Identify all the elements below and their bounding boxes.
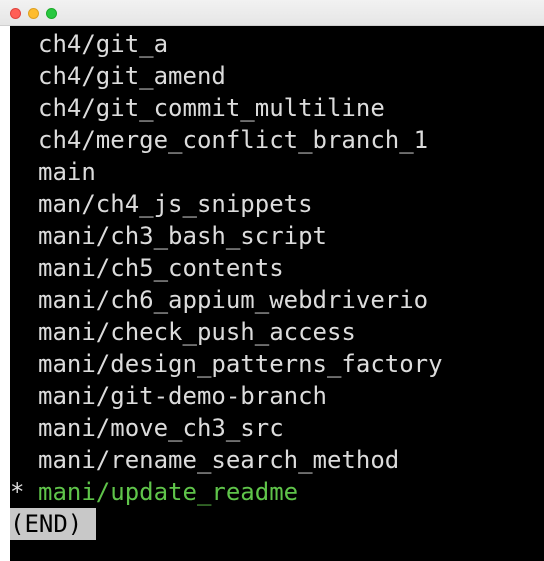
branch-line: mani/git-demo-branch	[10, 380, 327, 412]
branch-name: mani/ch6_appium_webdriverio	[38, 286, 429, 314]
maximize-window-button[interactable]	[46, 8, 57, 19]
branch-line: mani/rename_search_method	[10, 444, 399, 476]
branch-name: mani/check_push_access	[38, 318, 356, 346]
branch-name: man/ch4_js_snippets	[38, 190, 313, 218]
branch-name: mani/ch5_contents	[38, 254, 284, 282]
branch-line: ch4/git_amend	[10, 60, 226, 92]
branch-name: ch4/git_amend	[38, 62, 226, 90]
branch-line: ch4/git_a	[10, 28, 168, 60]
title-bar	[0, 0, 544, 26]
current-branch-marker: *	[10, 478, 25, 506]
branch-line: mani/check_push_access	[10, 316, 356, 348]
branch-line: mani/move_ch3_src	[10, 412, 284, 444]
terminal-output[interactable]: ch4/git_a ch4/git_amend ch4/git_commit_m…	[10, 26, 544, 561]
branch-name: mani/design_patterns_factory	[38, 350, 443, 378]
branch-line: mani/ch3_bash_script	[10, 220, 327, 252]
branch-name: mani/git-demo-branch	[38, 382, 327, 410]
branch-line: main	[10, 156, 96, 188]
current-branch-name: mani/update_readme	[38, 478, 299, 506]
branch-line: ch4/git_commit_multiline	[10, 92, 385, 124]
branch-name: main	[38, 158, 96, 186]
current-branch-line: * mani/update_readme	[10, 476, 298, 508]
branch-line: mani/ch6_appium_webdriverio	[10, 284, 428, 316]
terminal-window: ch4/git_a ch4/git_amend ch4/git_commit_m…	[0, 0, 544, 561]
branch-name: ch4/git_a	[38, 30, 169, 58]
branch-name: ch4/git_commit_multiline	[38, 94, 385, 122]
branch-line: mani/ch5_contents	[10, 252, 284, 284]
branch-line: man/ch4_js_snippets	[10, 188, 313, 220]
branch-line: mani/design_patterns_factory	[10, 348, 443, 380]
branch-name: mani/rename_search_method	[38, 446, 400, 474]
branch-name: mani/ch3_bash_script	[38, 222, 327, 250]
branch-line: ch4/merge_conflict_branch_1	[10, 124, 428, 156]
close-window-button[interactable]	[10, 8, 21, 19]
branch-name: ch4/merge_conflict_branch_1	[38, 126, 429, 154]
branch-name: mani/move_ch3_src	[38, 414, 284, 442]
pager-end-indicator: (END)	[10, 508, 97, 540]
minimize-window-button[interactable]	[28, 8, 39, 19]
